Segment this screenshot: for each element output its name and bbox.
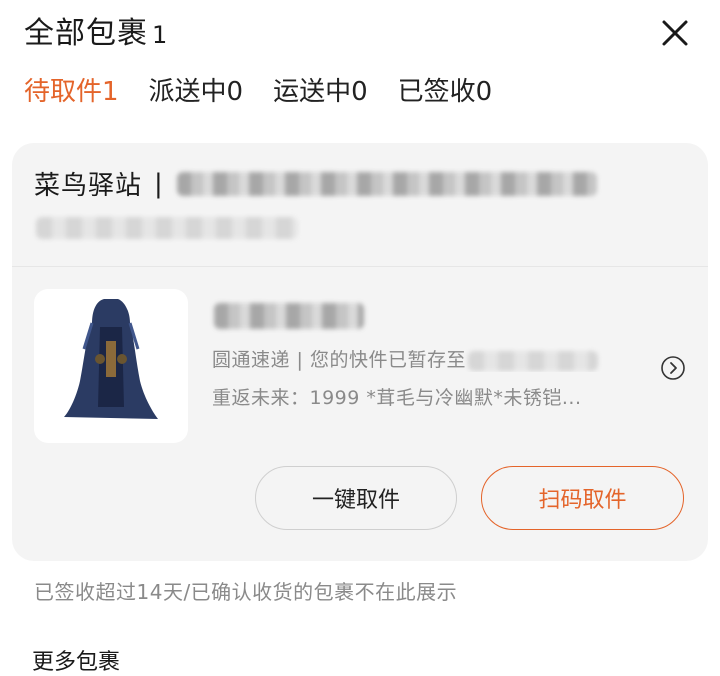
- sheet-header: 全部包裹 1: [24, 8, 167, 60]
- product-thumbnail[interactable]: [34, 289, 188, 443]
- page-title: 全部包裹: [24, 16, 148, 51]
- parcel-name-redacted: [214, 303, 364, 329]
- parcel-count: 1: [152, 21, 168, 49]
- station-row: 菜鸟驿站 |: [34, 165, 597, 202]
- one-click-pickup-button[interactable]: 一键取件: [255, 466, 457, 530]
- courier-status-text: 圆通速递 | 您的快件已暂存至: [212, 349, 466, 371]
- station-separator: |: [154, 168, 163, 199]
- tab-delivering[interactable]: 派送中0: [149, 72, 244, 112]
- station-detail-redacted: [36, 217, 298, 239]
- tab-signed[interactable]: 已签收0: [398, 72, 493, 112]
- parcel-sheet: 全部包裹 1 待取件1 派送中0 运送中0 已签收0 菜鸟驿站 | 圆通速递 |…: [0, 0, 720, 676]
- close-icon: [662, 20, 688, 46]
- chevron-right-circle-icon: [661, 356, 685, 380]
- tab-pending-pickup[interactable]: 待取件1: [24, 72, 119, 112]
- tab-in-transit[interactable]: 运送中0: [273, 72, 368, 112]
- courier-status-redacted: [467, 350, 598, 371]
- station-name: 菜鸟驿站: [34, 171, 143, 201]
- parcel-detail-button[interactable]: [660, 355, 686, 381]
- close-button[interactable]: [660, 18, 690, 48]
- parcel-title-row: [212, 303, 652, 329]
- parcel-card: 菜鸟驿站 | 圆通速递 | 您的快件已暂存至 重返未来：1999 *茸毛与冷幽默…: [12, 143, 708, 561]
- card-divider: [12, 266, 708, 267]
- history-note: 已签收超过14天/已确认收货的包裹不在此展示: [34, 580, 458, 604]
- courier-status-line: 圆通速递 | 您的快件已暂存至: [212, 345, 652, 372]
- station-address-redacted: [176, 171, 597, 196]
- item-description: 重返未来：1999 *茸毛与冷幽默*未锈铠...: [212, 387, 582, 409]
- robe-figure-image: [64, 299, 158, 419]
- more-parcels-link[interactable]: 更多包裹: [32, 644, 120, 676]
- scan-pickup-button[interactable]: 扫码取件: [481, 466, 684, 530]
- status-tabs: 待取件1 派送中0 运送中0 已签收0: [24, 72, 522, 112]
